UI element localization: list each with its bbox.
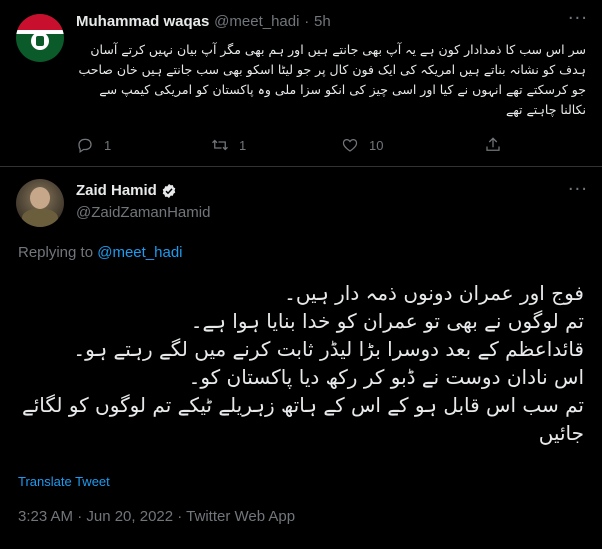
tweet-text-line: تم لوگوں نے بھی تو عمران کو خدا بنایا ہو… [190, 309, 584, 333]
reply-icon [78, 138, 92, 153]
avatar-flag-stripe [16, 14, 64, 30]
replying-mention-link[interactable]: @meet_hadi [97, 244, 182, 261]
author-handle[interactable]: @meet_hadi [214, 13, 299, 30]
avatar[interactable] [16, 14, 64, 62]
avatar-emblem [31, 32, 49, 50]
translate-tweet-link[interactable]: Translate Tweet [18, 474, 110, 489]
tweet-time[interactable]: 5h [314, 13, 331, 30]
retweet-button[interactable]: 1 [211, 136, 246, 154]
tweet-text: فوج اور عمران دونوں ذمہ دار ہیں۔ تم لوگو… [18, 279, 584, 447]
author-name[interactable]: Muhammad waqas [76, 13, 209, 30]
author-handle[interactable]: @ZaidZamanHamid [76, 204, 210, 221]
avatar[interactable] [16, 179, 64, 227]
like-icon [342, 138, 358, 152]
tweet-actions: 1 1 10 [76, 136, 506, 156]
like-count: 10 [369, 137, 384, 153]
tweet-meta[interactable]: 3:23 AM · Jun 20, 2022 · Twitter Web App [18, 508, 295, 525]
tweet-header: Muhammad waqas @meet_hadi · 5h [76, 12, 331, 30]
tweet-text-line: فوج اور عمران دونوں ذمہ دار ہیں۔ [284, 281, 584, 305]
share-button[interactable] [484, 136, 502, 154]
more-options-button[interactable]: ··· [568, 179, 588, 200]
verified-badge-icon [162, 183, 176, 198]
author-name[interactable]: Zaid Hamid [76, 182, 157, 199]
tweet-text-line: تم سب اس قابل ہو کے اس کے ہاتھ زہریلے ٹی… [21, 393, 584, 445]
reply-tweet[interactable]: Muhammad waqas @meet_hadi · 5h ··· سر اس… [0, 0, 602, 167]
like-button[interactable]: 10 [341, 136, 383, 154]
share-icon [486, 137, 500, 151]
tweet-text-line: قائداعظم کے بعد دوسرا بڑا لیڈر ثابت کرنے… [73, 337, 584, 361]
separator: · [304, 13, 310, 30]
reply-button[interactable]: 1 [76, 136, 111, 154]
tweet-text-line: اس نادان دوست نے ڈبو کر رکھ دیا پاکستان … [188, 365, 584, 389]
reply-count: 1 [104, 137, 112, 153]
replying-to: Replying to @meet_hadi [18, 244, 183, 261]
replying-prefix: Replying to [18, 244, 94, 261]
more-options-button[interactable]: ··· [568, 8, 588, 29]
main-tweet: Zaid Hamid @ZaidZamanHamid ··· Replying … [0, 167, 602, 549]
retweet-count: 1 [239, 137, 247, 153]
tweet-text: سر اس سب کا ذمدادار کون ہے یہ آپ بھی جان… [78, 42, 587, 117]
author-name-row[interactable]: Zaid Hamid [76, 182, 177, 199]
retweet-icon [212, 139, 228, 151]
